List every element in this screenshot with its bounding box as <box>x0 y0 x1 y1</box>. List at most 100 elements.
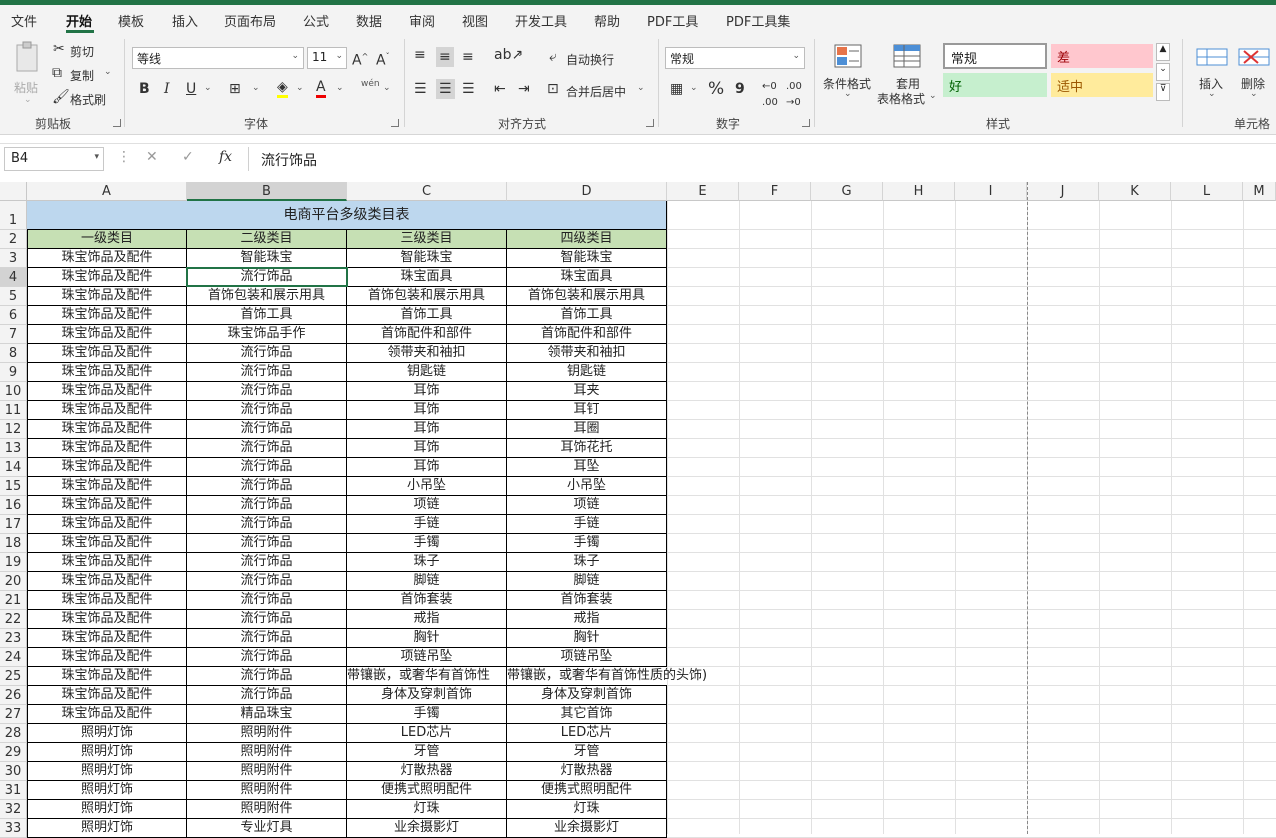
row-header-3[interactable]: 3 <box>0 249 27 268</box>
row-header-15[interactable]: 15 <box>0 477 27 496</box>
table-cell[interactable]: 珠宝饰品及配件 <box>27 591 187 610</box>
table-cell[interactable]: 耳夹 <box>507 382 667 401</box>
chevron-down-icon[interactable]: ⌄ <box>690 83 698 93</box>
row-header-1[interactable]: 1 <box>0 201 27 230</box>
table-cell[interactable]: 珠子 <box>347 553 507 572</box>
font-launcher[interactable] <box>391 119 399 127</box>
table-cell[interactable]: 珠宝饰品及配件 <box>27 648 187 667</box>
menu-tab-6[interactable]: 数据 <box>356 11 382 30</box>
column-header-h[interactable]: H <box>883 182 955 201</box>
table-cell[interactable]: 照明附件 <box>187 743 347 762</box>
row-header-7[interactable]: 7 <box>0 325 27 344</box>
table-cell[interactable]: 珠宝饰品及配件 <box>27 496 187 515</box>
row-header-29[interactable]: 29 <box>0 743 27 762</box>
table-cell[interactable]: 项链 <box>507 496 667 515</box>
table-cell[interactable]: 照明灯饰 <box>27 762 187 781</box>
accounting-format-icon[interactable]: ▦ <box>670 81 683 97</box>
row-header-13[interactable]: 13 <box>0 439 27 458</box>
decrease-font-icon[interactable]: Aˇ <box>376 49 390 69</box>
row-header-21[interactable]: 21 <box>0 591 27 610</box>
row-header-27[interactable]: 27 <box>0 705 27 724</box>
cut-button[interactable]: 剪切 <box>70 43 94 60</box>
chevron-down-icon[interactable]: ⌄ <box>516 49 524 59</box>
table-cell[interactable]: 钥匙链 <box>347 363 507 382</box>
table-cell[interactable]: 照明附件 <box>187 724 347 743</box>
decrease-indent-icon[interactable]: ⇤ <box>494 81 506 97</box>
chevron-down-icon[interactable]: ⌄ <box>296 83 304 93</box>
table-cell[interactable]: 珠子 <box>507 553 667 572</box>
table-cell[interactable]: 身体及穿刺首饰 <box>507 686 667 705</box>
table-cell[interactable]: 业余摄影灯 <box>507 819 667 838</box>
row-header-22[interactable]: 22 <box>0 610 27 629</box>
table-cell[interactable]: 灯散热器 <box>347 762 507 781</box>
table-cell[interactable]: 流行饰品 <box>187 477 347 496</box>
table-cell[interactable]: 首饰工具 <box>347 306 507 325</box>
table-cell[interactable]: 牙管 <box>347 743 507 762</box>
table-cell[interactable]: 胸针 <box>507 629 667 648</box>
comma-style-button[interactable]: 9 <box>735 81 745 97</box>
table-cell[interactable]: 耳钉 <box>507 401 667 420</box>
table-cell[interactable]: 珠宝饰品及配件 <box>27 306 187 325</box>
chevron-down-icon[interactable]: ⌄ <box>383 83 391 93</box>
table-header-cell[interactable]: 一级类目 <box>27 230 187 249</box>
border-icon[interactable]: ⊞ <box>229 81 241 97</box>
table-cell[interactable]: 珠宝饰品及配件 <box>27 477 187 496</box>
worksheet-grid[interactable]: A B C D E F G H I J K L M 1 2 3 4 5 6 7 8 9 10 11 12 13 14 15 16 17 18… <box>0 182 1276 838</box>
table-cell[interactable]: 流行饰品 <box>187 344 347 363</box>
menu-tab-8[interactable]: 视图 <box>462 11 488 30</box>
table-cell[interactable]: 耳饰 <box>347 420 507 439</box>
table-cell[interactable]: 流行饰品 <box>187 667 347 686</box>
name-box[interactable]: B4 ▾ <box>4 147 104 171</box>
row-header-8[interactable]: 8 <box>0 344 27 363</box>
row-header-2[interactable]: 2 <box>0 230 27 249</box>
table-cell[interactable]: 珠宝面具 <box>347 268 507 287</box>
row-header-9[interactable]: 9 <box>0 363 27 382</box>
table-cell[interactable]: 耳圈 <box>507 420 667 439</box>
row-header-32[interactable]: 32 <box>0 800 27 819</box>
formula-input[interactable]: 流行饰品 <box>248 147 1276 171</box>
table-cell[interactable]: 珠宝饰品及配件 <box>27 268 187 287</box>
column-header-j[interactable]: J <box>1027 182 1099 201</box>
table-cell[interactable]: 照明灯饰 <box>27 819 187 838</box>
row-header-6[interactable]: 6 <box>0 306 27 325</box>
table-cell[interactable]: 流行饰品 <box>187 629 347 648</box>
style-neutral[interactable]: 适中 <box>1051 73 1153 97</box>
row-header-18[interactable]: 18 <box>0 534 27 553</box>
bold-button[interactable]: B <box>139 81 150 97</box>
row-header-30[interactable]: 30 <box>0 762 27 781</box>
table-cell[interactable]: 专业灯具 <box>187 819 347 838</box>
table-cell[interactable]: 珠宝饰品及配件 <box>27 363 187 382</box>
chevron-down-icon[interactable]: ⌄ <box>1250 89 1258 99</box>
table-cell[interactable]: 流行饰品 <box>187 496 347 515</box>
phonetic-icon[interactable]: wén <box>361 79 380 89</box>
table-cell[interactable]: 珠宝饰品及配件 <box>27 458 187 477</box>
menu-tab-3[interactable]: 插入 <box>172 11 198 30</box>
row-header-11[interactable]: 11 <box>0 401 27 420</box>
table-cell[interactable]: 流行饰品 <box>187 572 347 591</box>
table-cell[interactable]: 珠宝饰品及配件 <box>27 686 187 705</box>
table-cell[interactable]: 领带夹和袖扣 <box>347 344 507 363</box>
menu-tab-11[interactable]: PDF工具 <box>647 11 698 30</box>
table-cell[interactable]: 珠宝饰品及配件 <box>27 705 187 724</box>
table-cell[interactable]: 流行饰品 <box>187 382 347 401</box>
table-cell[interactable]: 珠宝饰品及配件 <box>27 667 187 686</box>
column-header-g[interactable]: G <box>811 182 883 201</box>
column-header-a[interactable]: A <box>27 182 187 201</box>
table-cell[interactable]: 耳饰 <box>347 458 507 477</box>
enter-icon[interactable]: ✓ <box>182 149 194 165</box>
chevron-down-icon[interactable]: ⌄ <box>252 83 260 93</box>
table-cell[interactable]: 便携式照明配件 <box>347 781 507 800</box>
insert-function-button[interactable]: fx <box>219 149 232 165</box>
table-cell[interactable]: 业余摄影灯 <box>347 819 507 838</box>
table-cell[interactable]: 带镶嵌，或奢华有首饰性质的头饰) <box>507 667 707 686</box>
table-cell[interactable]: 耳饰花托 <box>507 439 667 458</box>
align-center-icon[interactable]: ☰ <box>436 79 455 99</box>
menu-tab-7[interactable]: 审阅 <box>409 11 435 30</box>
table-cell[interactable]: 项链吊坠 <box>507 648 667 667</box>
align-top-icon[interactable]: ≡ <box>414 47 426 63</box>
table-cell[interactable]: 流行饰品 <box>187 420 347 439</box>
table-cell[interactable]: 手镯 <box>347 534 507 553</box>
underline-button[interactable]: U <box>186 81 196 97</box>
chevron-down-icon[interactable]: ⌄ <box>104 67 112 77</box>
row-header-25[interactable]: 25 <box>0 667 27 686</box>
